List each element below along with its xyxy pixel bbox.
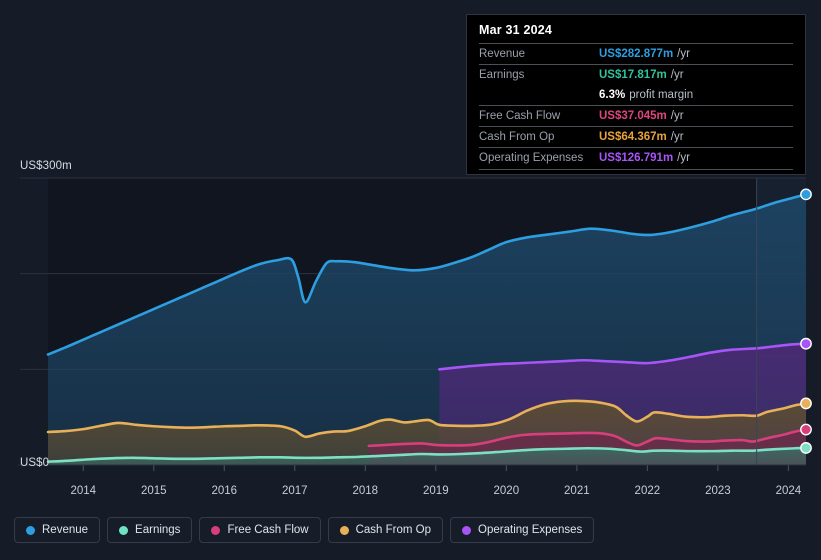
legend-color-dot-icon [462,526,471,535]
tooltip-unit-revenue: /yr [677,48,690,60]
legend-item-revenue[interactable]: Revenue [14,517,100,543]
tooltip-value-operating-expenses: US$126.791m [599,152,673,164]
tooltip-row-profit-margin: 6.3% profit margin [479,85,793,105]
legend-label: Free Cash Flow [227,524,308,536]
legend-label: Operating Expenses [478,524,582,536]
legend-color-dot-icon [26,526,35,535]
legend-color-dot-icon [340,526,349,535]
chart-legend[interactable]: Revenue Earnings Free Cash Flow Cash From O… [14,517,594,543]
data-point-tooltip: Mar 31 2024 Revenue US$282.877m /yr Earn… [466,14,806,175]
x-tick-label-2024: 2024 [776,485,802,497]
legend-item-operating-expenses[interactable]: Operating Expenses [450,517,594,543]
endpoint-marker-cash-from-op [801,398,811,408]
tooltip-value-cash-from-op: US$64.367m [599,131,667,143]
tooltip-label-free-cash-flow: Free Cash Flow [479,110,599,122]
tooltip-label-revenue: Revenue [479,48,599,60]
x-tick-label-2020: 2020 [494,485,520,497]
x-tick-label-2019: 2019 [423,485,449,497]
tooltip-row-free-cash-flow: Free Cash Flow US$37.045m /yr [479,105,793,126]
x-tick-label-2016: 2016 [211,485,237,497]
tooltip-row-operating-expenses: Operating Expenses US$126.791m /yr [479,147,793,168]
x-tick-label-2022: 2022 [635,485,661,497]
tooltip-row-cash-from-op: Cash From Op US$64.367m /yr [479,126,793,147]
tooltip-unit-free-cash-flow: /yr [671,110,684,122]
tooltip-label-operating-expenses: Operating Expenses [479,152,599,164]
legend-item-free-cash-flow[interactable]: Free Cash Flow [199,517,320,543]
y-axis-max-label: US$300m [20,160,72,172]
tooltip-label-cash-from-op: Cash From Op [479,131,599,143]
x-tick-label-2023: 2023 [705,485,731,497]
tooltip-text-profit-margin: profit margin [629,89,693,101]
x-tick-label-2014: 2014 [70,485,96,497]
x-tick-label-2015: 2015 [141,485,167,497]
tooltip-label-earnings: Earnings [479,69,599,81]
y-axis-zero-label: US$0 [20,457,49,469]
tooltip-date: Mar 31 2024 [479,22,793,43]
tooltip-value-earnings: US$17.817m [599,69,667,81]
tooltip-unit-cash-from-op: /yr [671,131,684,143]
legend-color-dot-icon [211,526,220,535]
x-tick-label-2018: 2018 [353,485,379,497]
x-tick-label-2017: 2017 [282,485,308,497]
endpoint-marker-operating-expenses [801,339,811,349]
legend-item-earnings[interactable]: Earnings [107,517,192,543]
tooltip-value-revenue: US$282.877m [599,48,673,60]
tooltip-value-free-cash-flow: US$37.045m [599,110,667,122]
tooltip-row-earnings: Earnings US$17.817m /yr [479,64,793,85]
legend-item-cash-from-op[interactable]: Cash From Op [328,517,443,543]
x-tick-label-2021: 2021 [564,485,590,497]
tooltip-bottom-divider [479,169,793,170]
legend-label: Revenue [42,524,88,536]
tooltip-value-profit-margin: 6.3% [599,89,625,101]
tooltip-row-revenue: Revenue US$282.877m /yr [479,43,793,64]
legend-color-dot-icon [119,526,128,535]
tooltip-unit-operating-expenses: /yr [677,152,690,164]
legend-label: Earnings [135,524,180,536]
tooltip-unit-earnings: /yr [671,69,684,81]
endpoint-marker-earnings [801,443,811,453]
legend-label: Cash From Op [356,524,431,536]
endpoint-marker-revenue [801,189,811,199]
endpoint-marker-free-cash-flow [801,424,811,434]
